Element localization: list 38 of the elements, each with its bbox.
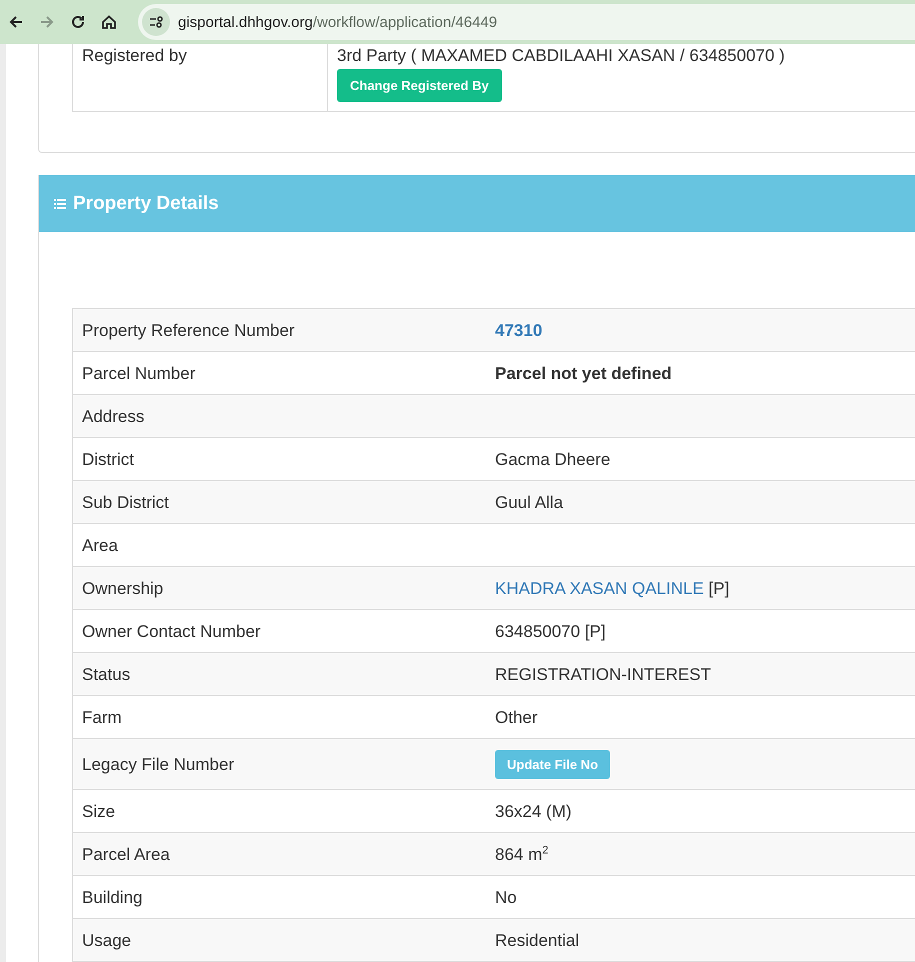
field-value: Guul Alla bbox=[495, 492, 564, 512]
reference-link[interactable]: 47310 bbox=[495, 320, 542, 340]
list-icon bbox=[54, 198, 66, 208]
panel-title: Property Details bbox=[73, 192, 219, 214]
field-value: [P] bbox=[708, 578, 730, 598]
field-label: Area bbox=[82, 536, 118, 554]
field-label: Parcel Area bbox=[82, 844, 170, 864]
field-value: 634850070 [P] bbox=[495, 622, 606, 640]
field-label: District bbox=[82, 450, 134, 468]
field-label: Ownership bbox=[82, 578, 164, 598]
field-label: Size bbox=[82, 802, 116, 820]
field-value: Other bbox=[495, 708, 538, 726]
field-label: Building bbox=[82, 888, 142, 906]
field-label: Owner Contact Number bbox=[82, 622, 261, 640]
field-label: Usage bbox=[82, 930, 132, 950]
field-value: Residential bbox=[495, 930, 580, 950]
field-value: Parcel not yet defined bbox=[495, 364, 672, 382]
field-label: Parcel Number bbox=[82, 364, 196, 382]
address-bar[interactable]: gisportal.dhhgov.org/workflow/application/46449 bbox=[138, 4, 915, 40]
field-value: REGISTRATION-INTEREST bbox=[495, 664, 711, 684]
field-value: No bbox=[495, 888, 517, 906]
field-label: Sub District bbox=[82, 492, 169, 512]
field-label: Legacy File Number bbox=[82, 754, 234, 774]
field-value: 36x24 (M) bbox=[495, 802, 572, 820]
field-value: 864 m$^{2}$ bbox=[495, 844, 548, 864]
field-label: Address bbox=[82, 406, 144, 426]
change-registered-by-button[interactable]: Change Registered By bbox=[337, 69, 502, 102]
field-label: Registered by bbox=[82, 46, 187, 65]
site-settings-icon[interactable] bbox=[142, 8, 170, 36]
registered-by-value: 3rd Party ( MAXAMED CABDILAAHI XASAN / 634850070 ) bbox=[337, 46, 786, 66]
field-value: Gacma Dheere bbox=[495, 450, 610, 468]
home-icon[interactable] bbox=[101, 14, 117, 30]
back-arrow-icon[interactable] bbox=[8, 14, 24, 30]
field-label: Property Reference Number bbox=[82, 320, 295, 340]
reload-icon[interactable] bbox=[70, 14, 86, 30]
owner-link[interactable]: KHADRA XASAN QALINLE bbox=[495, 578, 704, 598]
field-label: Status bbox=[82, 664, 130, 684]
field-label: Farm bbox=[82, 708, 122, 726]
